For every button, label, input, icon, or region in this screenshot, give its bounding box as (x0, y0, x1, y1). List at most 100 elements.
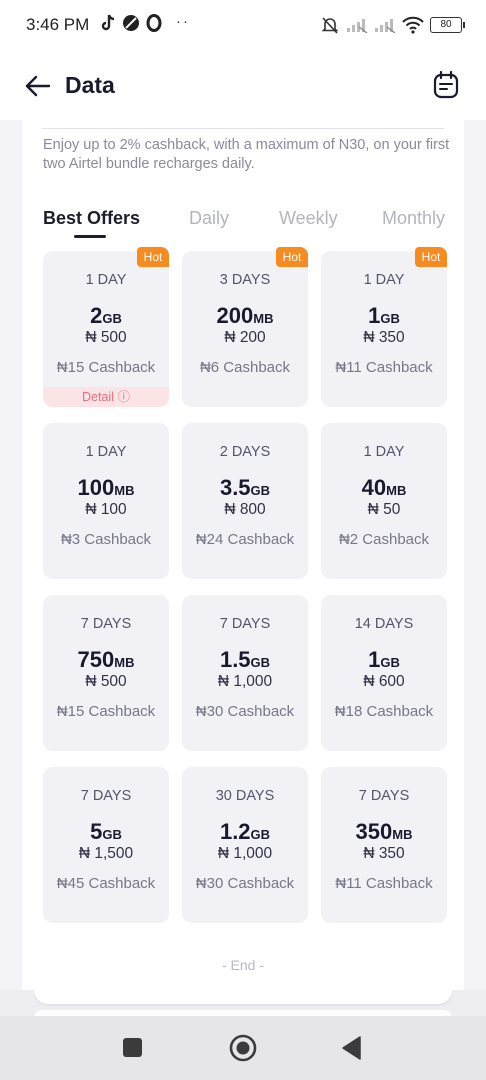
offer-card[interactable]: 7 DAYS 750MB ₦ 500 ₦15 Cashback (43, 595, 169, 751)
offer-card[interactable]: 1 DAY 40MB ₦ 50 ₦2 Cashback (321, 423, 447, 579)
offer-data-amount: 750MB (43, 647, 169, 673)
offer-data-amount: 3.5GB (182, 475, 308, 501)
offer-validity: 1 DAY (363, 444, 405, 460)
offer-data-amount: 1.2GB (182, 819, 308, 845)
data-amount-value: 3.5 (219, 475, 251, 500)
offer-card[interactable]: 2 DAYS 3.5GB ₦ 800 ₦24 Cashback (182, 423, 308, 579)
battery-icon: 80 (430, 17, 465, 33)
active-tab-indicator (74, 235, 106, 238)
note-icon[interactable] (432, 70, 460, 100)
signal-icon (347, 19, 368, 33)
sheet-footer (34, 990, 452, 1004)
offer-cashback: ₦15 Cashback (56, 703, 156, 720)
offer-validity: 30 DAYS (215, 788, 275, 804)
data-amount-unit: MB (386, 483, 407, 498)
mute-bell-icon (321, 17, 339, 34)
tiktok-icon (101, 14, 115, 31)
tab-best-offers[interactable]: Best Offers (43, 208, 140, 229)
offer-price: ₦ 350 (363, 845, 405, 862)
home-circle-icon[interactable] (229, 1034, 257, 1062)
offer-validity: 14 DAYS (354, 616, 414, 632)
data-amount-value: 5 (90, 819, 103, 844)
offer-validity: 2 DAYS (219, 444, 271, 460)
offer-validity: 7 DAYS (219, 616, 271, 632)
offer-price: ₦ 50 (367, 501, 401, 518)
offer-data-amount: 5GB (43, 819, 169, 845)
offer-tabs: Best Offers Daily Weekly Monthly (22, 206, 464, 246)
data-amount-unit: GB (102, 311, 122, 326)
tab-weekly[interactable]: Weekly (279, 208, 338, 229)
offer-data-amount: 350MB (321, 819, 447, 845)
offer-validity: 1 DAY (85, 444, 127, 460)
blocked-icon (123, 15, 139, 31)
offer-price: ₦ 500 (85, 329, 127, 346)
page-title: Data (65, 72, 115, 98)
system-nav-bar (0, 1016, 486, 1080)
offer-price: ₦ 600 (363, 673, 405, 690)
tab-monthly[interactable]: Monthly (382, 208, 445, 229)
offers-panel: Enjoy up to 2% cashback, with a maximum … (22, 120, 464, 990)
offer-price: ₦ 500 (85, 673, 127, 690)
offer-cashback: ₦2 Cashback (338, 531, 430, 548)
hot-badge: Hot (137, 247, 169, 267)
offer-card[interactable]: Hot 1 DAY 1GB ₦ 350 ₦11 Cashback (321, 247, 447, 407)
offer-price: ₦ 200 (224, 329, 266, 346)
offer-validity: 3 DAYS (219, 272, 271, 288)
hot-badge: Hot (276, 247, 308, 267)
data-amount-unit: GB (102, 827, 122, 842)
data-amount-unit: GB (380, 655, 400, 670)
data-amount-value: 40 (361, 475, 387, 500)
data-amount-value: 200 (216, 303, 254, 328)
offer-validity: 7 DAYS (80, 788, 132, 804)
data-amount-unit: GB (380, 311, 400, 326)
offer-data-amount: 1GB (321, 647, 447, 673)
offer-data-amount: 100MB (43, 475, 169, 501)
data-amount-value: 2 (90, 303, 103, 328)
offer-validity: 1 DAY (85, 272, 127, 288)
recents-square-icon[interactable] (123, 1038, 142, 1057)
back-triangle-icon[interactable] (340, 1035, 364, 1061)
status-bar: 3:46 PM ·· 80 (0, 0, 486, 52)
offer-data-amount: 1GB (321, 303, 447, 329)
offer-price: ₦ 800 (224, 501, 266, 518)
offer-data-amount: 200MB (182, 303, 308, 329)
offer-price: ₦ 100 (85, 501, 127, 518)
detail-link[interactable]: Detail ⓘ (43, 387, 169, 407)
data-amount-value: 750 (77, 647, 115, 672)
offer-cashback: ₦11 Cashback (335, 359, 433, 376)
offer-validity: 7 DAYS (80, 616, 132, 632)
data-amount-unit: MB (253, 311, 274, 326)
offer-card[interactable]: Hot 1 DAY 2GB ₦ 500 ₦15 Cashback Detail ⓘ (43, 247, 169, 407)
offer-price: ₦ 350 (363, 329, 405, 346)
offer-cashback: ₦30 Cashback (195, 875, 295, 892)
data-amount-unit: MB (392, 827, 413, 842)
tab-daily[interactable]: Daily (189, 208, 229, 229)
cashback-notice: Enjoy up to 2% cashback, with a maximum … (43, 137, 450, 172)
data-amount-value: 350 (355, 819, 393, 844)
opera-icon (146, 14, 162, 32)
end-of-list: - End - (221, 957, 264, 973)
offer-data-amount: 1.5GB (182, 647, 308, 673)
offer-data-amount: 2GB (43, 303, 169, 329)
offer-cashback: ₦11 Cashback (335, 875, 433, 892)
data-amount-unit: GB (250, 655, 271, 670)
offer-card[interactable]: 7 DAYS 350MB ₦ 350 ₦11 Cashback (321, 767, 447, 923)
offer-validity: 7 DAYS (358, 788, 410, 804)
offer-price: ₦ 1,500 (78, 845, 134, 862)
offer-card[interactable]: 7 DAYS 5GB ₦ 1,500 ₦45 Cashback (43, 767, 169, 923)
offer-card[interactable]: 30 DAYS 1.2GB ₦ 1,000 ₦30 Cashback (182, 767, 308, 923)
offer-card[interactable]: Hot 3 DAYS 200MB ₦ 200 ₦6 Cashback (182, 247, 308, 407)
hot-badge: Hot (415, 247, 447, 267)
data-amount-unit: MB (114, 483, 135, 498)
offer-card[interactable]: 1 DAY 100MB ₦ 100 ₦3 Cashback (43, 423, 169, 579)
offer-card[interactable]: 14 DAYS 1GB ₦ 600 ₦18 Cashback (321, 595, 447, 751)
data-amount-value: 1.5 (219, 647, 251, 672)
wifi-icon (402, 16, 424, 34)
offer-card[interactable]: 7 DAYS 1.5GB ₦ 1,000 ₦30 Cashback (182, 595, 308, 751)
offer-price: ₦ 1,000 (217, 673, 273, 690)
arrow-left-icon[interactable] (24, 72, 52, 100)
offer-cashback: ₦45 Cashback (56, 875, 156, 892)
more-notifications-dots: ·· (176, 13, 190, 30)
data-amount-value: 100 (77, 475, 115, 500)
status-time: 3:46 PM (26, 15, 90, 34)
